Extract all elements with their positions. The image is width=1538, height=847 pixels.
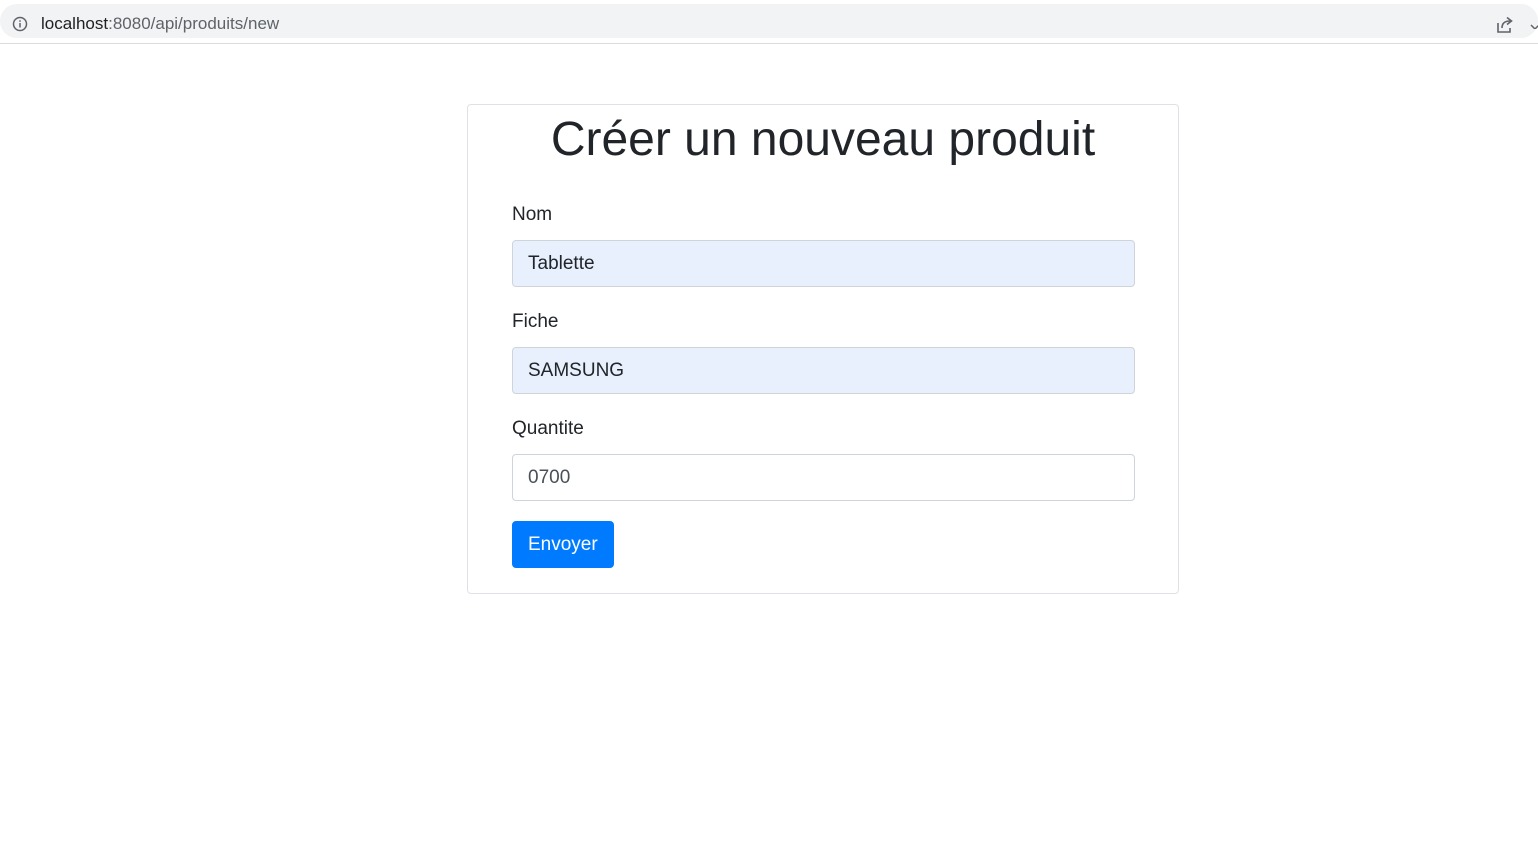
nom-input[interactable] (512, 240, 1135, 287)
browser-address-bar: localhost:8080/api/produits/new (0, 0, 1538, 44)
page-title: Créer un nouveau produit (550, 113, 1096, 166)
url-path: :8080/api/produits/new (108, 14, 280, 33)
nom-label: Nom (512, 204, 553, 225)
product-form-card: Créer un nouveau produit Nom Fiche Quant… (467, 104, 1179, 594)
submit-button[interactable]: Envoyer (512, 521, 614, 568)
chevron-down-icon[interactable] (1530, 19, 1538, 29)
url-host: localhost (41, 14, 109, 33)
url-field[interactable]: localhost:8080/api/produits/new (0, 4, 1538, 38)
info-icon[interactable] (12, 16, 28, 32)
share-icon[interactable] (1495, 15, 1515, 35)
fiche-label: Fiche (512, 311, 559, 332)
quantite-input[interactable] (512, 454, 1135, 501)
url-text[interactable]: localhost:8080/api/produits/new (41, 14, 279, 34)
quantite-label: Quantite (512, 418, 584, 439)
fiche-input[interactable] (512, 347, 1135, 394)
